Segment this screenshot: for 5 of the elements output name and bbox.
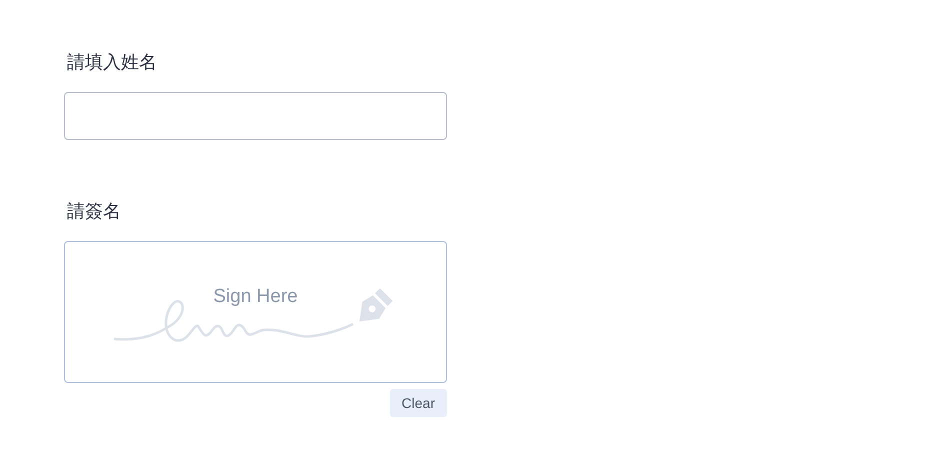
field-label: 請填入姓名: [67, 51, 158, 75]
signature-hint: Sign Here: [212, 286, 299, 308]
clear-button[interactable]: Clear: [390, 389, 447, 417]
name-field[interactable]: [64, 92, 447, 140]
field-label: 請簽名: [67, 200, 122, 224]
